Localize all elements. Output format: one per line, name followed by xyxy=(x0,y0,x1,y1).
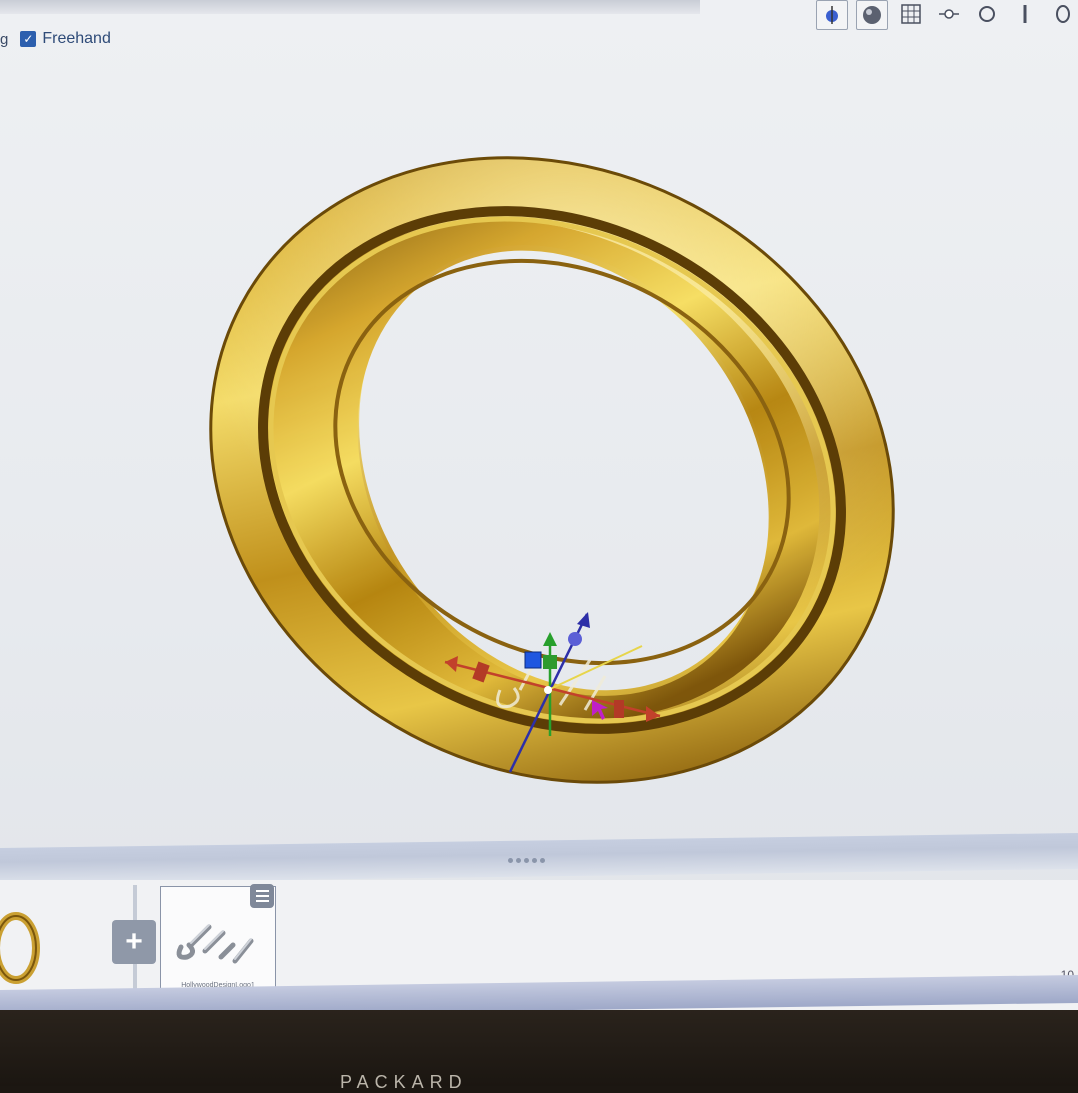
add-asset-button[interactable]: + xyxy=(112,920,156,964)
splitter-grip-icon[interactable] xyxy=(508,858,545,863)
node-button[interactable] xyxy=(934,0,964,28)
cut-off-option-label: g xyxy=(0,30,9,48)
line-icon xyxy=(1023,5,1027,23)
gumball-button[interactable] xyxy=(816,0,848,30)
ring-icon xyxy=(1056,5,1070,23)
freehand-label: Freehand xyxy=(42,30,111,47)
ring-thumbnail[interactable] xyxy=(0,908,46,986)
grid-button[interactable] xyxy=(896,0,926,28)
bezel-brand-text: PACKARD xyxy=(340,1072,468,1092)
cad-window: g ✓ Freehand + HollywoodDesignLogo1 xyxy=(0,0,1078,1010)
material-sphere-icon xyxy=(863,6,881,24)
circle-button[interactable] xyxy=(972,0,1002,28)
grid-icon xyxy=(901,4,921,24)
freehand-option[interactable]: g ✓ Freehand xyxy=(0,30,111,48)
node-icon xyxy=(939,9,959,19)
line-button[interactable] xyxy=(1010,0,1040,28)
gumball-icon xyxy=(826,6,838,24)
material-view-button[interactable] xyxy=(856,0,888,30)
view-toolbar xyxy=(816,0,1078,30)
3d-viewport[interactable] xyxy=(0,60,1078,850)
title-bar-edge xyxy=(0,0,700,14)
freehand-checkbox[interactable]: ✓ xyxy=(20,31,37,47)
circle-icon xyxy=(979,6,995,22)
card-menu-icon[interactable] xyxy=(250,884,274,908)
gold-ring-model[interactable] xyxy=(100,60,1003,850)
ring-button[interactable] xyxy=(1048,0,1078,28)
monitor-bezel xyxy=(0,1010,1078,1086)
